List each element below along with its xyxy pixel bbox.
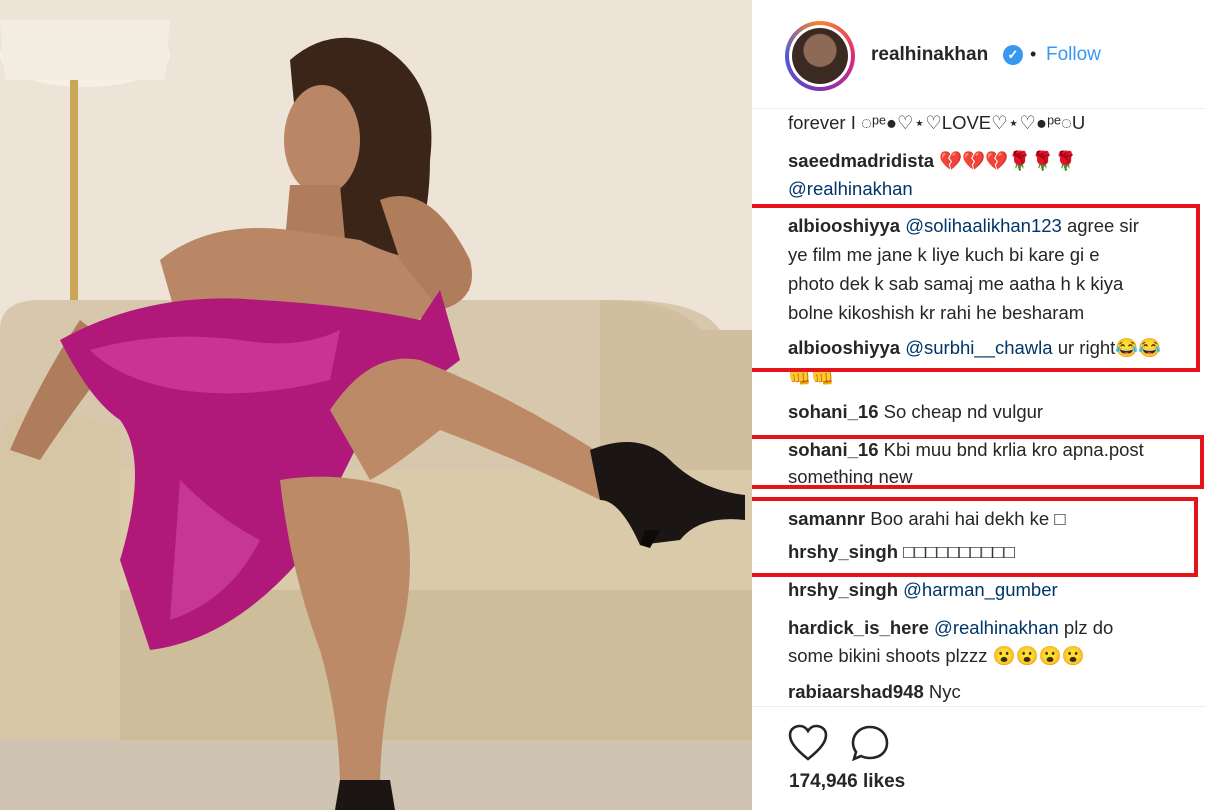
comments-list: forever I ◌ᵖᵉ●♡⋆♡LOVE♡⋆♡●ᵖᵉ◌U saeedmadri… — [788, 108, 1206, 706]
verified-badge-icon: ✓ — [1003, 45, 1023, 65]
mention-link[interactable]: @harman_gumber — [903, 579, 1058, 600]
follow-button[interactable]: Follow — [1046, 44, 1101, 66]
comment: rabiaarshad948 Nyc — [788, 681, 961, 702]
post-header: realhinakhan ✓ • Follow — [752, 0, 1206, 109]
highlight-box — [752, 204, 1200, 372]
highlight-box — [752, 497, 1198, 577]
comment: hrshy_singh @harman_gumber — [788, 575, 1058, 604]
mention-link[interactable]: @realhinakhan — [788, 178, 913, 199]
photo-illustration — [0, 0, 752, 810]
heart-icon[interactable] — [788, 724, 828, 762]
comment-username[interactable]: sohani_16 — [788, 401, 879, 422]
comment-line: some bikini shoots plzzz 😮😮😮😮 — [788, 645, 1085, 666]
comment-username[interactable]: hardick_is_here — [788, 617, 929, 638]
comment-icon[interactable] — [850, 724, 890, 762]
comment-username[interactable]: rabiaarshad948 — [788, 681, 924, 702]
comment: saeedmadridista 💔💔💔🌹🌹🌹 — [788, 150, 1078, 171]
post-side-panel: realhinakhan ✓ • Follow forever I ◌ᵖᵉ●♡⋆… — [752, 0, 1206, 810]
avatar[interactable] — [785, 21, 855, 91]
comment-line: @realhinakhan — [788, 174, 913, 203]
separator-dot: • — [1030, 44, 1037, 64]
comment-username[interactable]: saeedmadridista — [788, 150, 934, 171]
highlight-box — [752, 435, 1204, 489]
post-photo — [0, 0, 752, 810]
post-username[interactable]: realhinakhan — [871, 44, 988, 66]
post-actions: 174,946 likes — [752, 706, 1206, 810]
comment: sohani_16 So cheap nd vulgur — [788, 401, 1044, 422]
comment-line: forever I ◌ᵖᵉ●♡⋆♡LOVE♡⋆♡●ᵖᵉ◌U — [788, 112, 1086, 133]
comment: hardick_is_here @realhinakhan plz do — [788, 617, 1114, 638]
mention-link[interactable]: @realhinakhan — [934, 617, 1059, 638]
avatar-image — [792, 28, 848, 84]
comment-username[interactable]: hrshy_singh — [788, 579, 898, 600]
likes-count[interactable]: 174,946 likes — [789, 771, 905, 793]
